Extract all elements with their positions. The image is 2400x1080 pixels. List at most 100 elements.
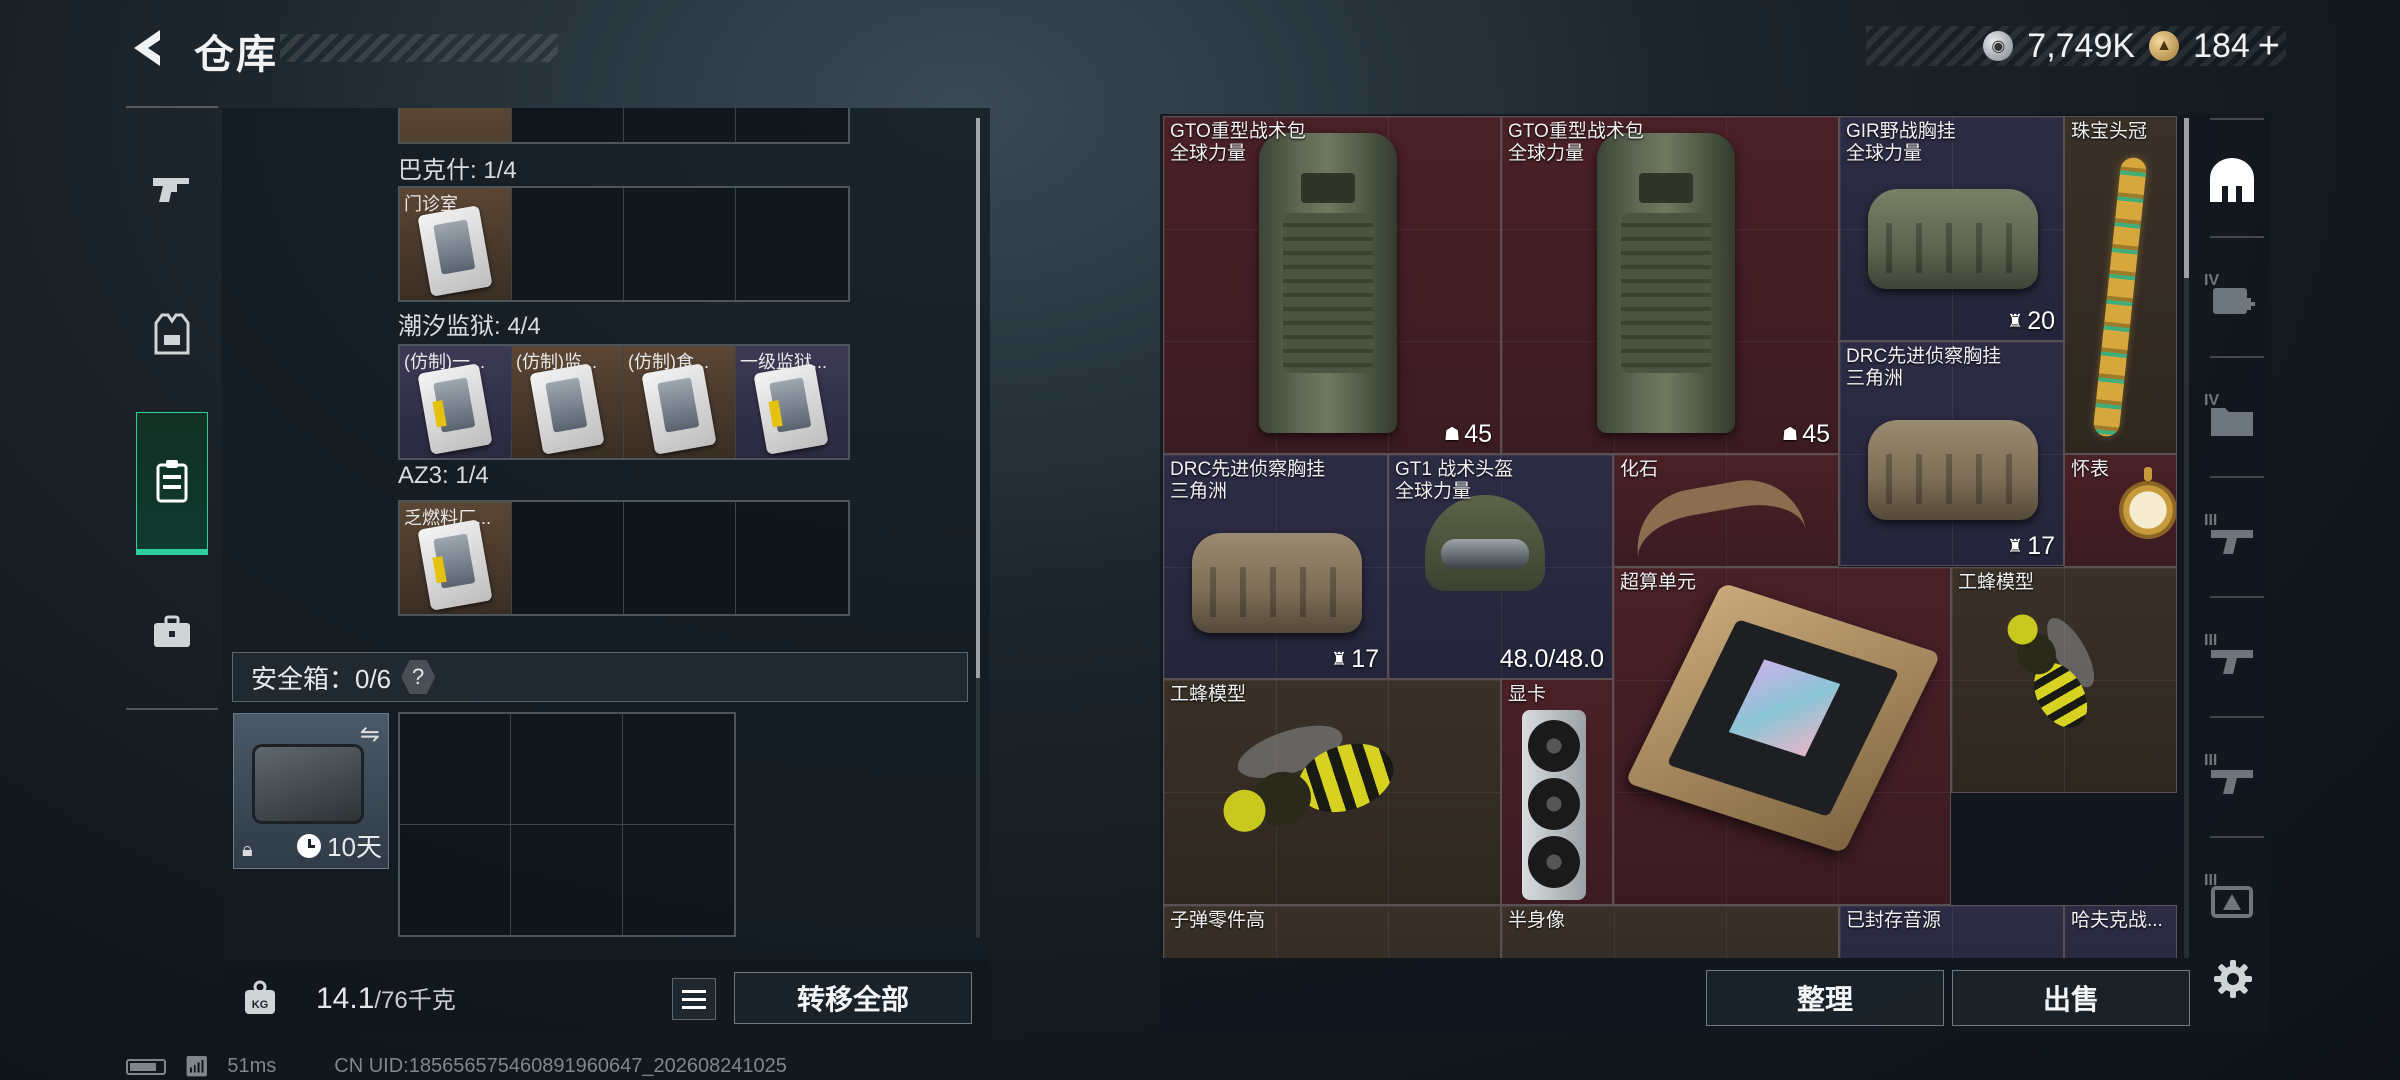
key-card-name: (仿制)监... (516, 352, 597, 372)
key-slot[interactable] (512, 502, 624, 614)
tab-rifle-rack-3[interactable] (2200, 748, 2264, 812)
uid-text: CN UID:1856565754608919606​47_2026082410… (334, 1055, 787, 1077)
item-durability: ♜ 17 (1331, 645, 1379, 673)
nav-divider (126, 106, 218, 108)
stash-item[interactable]: 已封存音源 (1839, 905, 2064, 958)
wifi-icon: 📶︎ (184, 1056, 210, 1078)
safebox-slot[interactable] (511, 714, 623, 825)
safebox-case-slot[interactable]: ⇋ 🔒︎ 10天 (233, 713, 389, 869)
safebox-label: 安全箱：0/6 (251, 663, 392, 694)
item-durability: ♜ 20 (2007, 307, 2055, 335)
stash-item[interactable]: 怀表 (2064, 454, 2177, 567)
key-slot[interactable] (624, 188, 736, 300)
safebox-slot[interactable] (511, 824, 623, 935)
key-slot[interactable] (624, 502, 736, 614)
tab-rifle-rack-1[interactable] (2200, 508, 2264, 572)
sell-button[interactable]: 出售 (1952, 970, 2190, 1026)
item-name: 化石 (1620, 459, 1659, 480)
item-durability: ☗ 45 (1444, 420, 1492, 448)
stash-item[interactable]: GTO重型战术包 全球力量 ☗ 45 (1501, 116, 1839, 454)
stash-item[interactable]: DRC先进侦察胸挂 三角洲 ♜ 17 (1163, 454, 1388, 679)
expand-case-icon (2213, 288, 2255, 314)
key-section-label: 潮汐监狱: 4/4 (398, 313, 541, 340)
case-days-text: 10天 (327, 832, 382, 862)
key-card-slot[interactable]: (仿制)食... (624, 346, 736, 458)
key-section-label: 巴克什: 1/4 (398, 157, 517, 184)
silver-currency-value: 7,749K (2027, 26, 2136, 65)
key-slot[interactable] (512, 188, 624, 300)
stash-item[interactable]: 珠宝头冠 (2064, 116, 2177, 454)
stash-scroll-thumb[interactable] (2184, 118, 2189, 278)
safebox-slot[interactable] (400, 824, 512, 935)
item-name: 工蜂模型 (1170, 684, 1247, 705)
list-view-button[interactable] (672, 978, 716, 1020)
stash-item[interactable]: GIR野战胸挂 全球力量 ♜ 20 (1839, 116, 2064, 341)
stash-item[interactable]: 显卡 (1501, 679, 1613, 905)
safebox-slot[interactable] (400, 714, 512, 825)
tab-triangle-case[interactable] (2200, 868, 2264, 932)
tab-divider (2210, 836, 2264, 838)
gear-icon (2214, 960, 2252, 998)
nav-weapons[interactable] (136, 152, 208, 224)
tab-stash-home[interactable] (2200, 148, 2264, 212)
clock-icon (297, 833, 322, 858)
tab-divider (2210, 118, 2264, 120)
stash-item[interactable]: GTO重型战术包 全球力量 ☗ 45 (1163, 116, 1501, 454)
status-line: 📶︎ 51ms CN UID:1856565754608919606​47_20… (126, 1054, 787, 1079)
key-slot[interactable] (736, 188, 848, 300)
key-slot[interactable] (512, 108, 624, 142)
settings-button[interactable] (2206, 952, 2260, 1006)
key-card-slot[interactable]: 一级监狱... (736, 346, 848, 458)
key-card-slot[interactable]: 乏燃料厂... (400, 502, 512, 614)
swap-icon[interactable]: ⇋ (360, 720, 380, 749)
key-card-name: 乏燃料厂... (404, 508, 492, 528)
stash-item[interactable]: GT1 战术头盔 全球力量 48.0/48.0 (1388, 454, 1613, 679)
gold-currency-value: 184 (2193, 26, 2250, 65)
stash-item[interactable]: 子弹零件高 (1163, 905, 1501, 958)
card-holder-icon (156, 460, 188, 503)
tab-divider (2210, 716, 2264, 718)
item-name: 哈夫克战... (2071, 910, 2163, 931)
gold-coin-icon: ▲ (2149, 31, 2180, 61)
nav-equipment[interactable] (136, 298, 208, 370)
sort-button[interactable]: 整理 (1706, 970, 1944, 1026)
item-name: DRC先进侦察胸挂 三角洲 (1170, 459, 1326, 502)
key-card-slot[interactable]: (仿制)监... (512, 346, 624, 458)
armor-icon: ♜ (2007, 536, 2024, 556)
key-card-slot[interactable]: 门诊室 (400, 188, 512, 300)
stash-item[interactable]: 超算单元 (1613, 567, 1951, 905)
rifle-rack-icon (2211, 650, 2253, 674)
tab-rifle-rack-2[interactable] (2200, 628, 2264, 692)
stash-item[interactable]: 半身像 (1501, 905, 1839, 958)
stash-home-icon (2210, 158, 2254, 202)
help-icon[interactable]: ? (401, 660, 436, 694)
key-card-name: (仿制)一... (404, 352, 485, 372)
transfer-all-button[interactable]: 转移全部 (734, 972, 972, 1024)
key-slot[interactable] (736, 502, 848, 614)
battery-icon (126, 1058, 166, 1075)
key-card-slot[interactable]: (仿制)一... (400, 346, 512, 458)
stash-item[interactable]: 工蜂模型 (1951, 567, 2177, 793)
key-slot[interactable] (736, 108, 848, 142)
back-button[interactable] (122, 22, 174, 74)
key-panel-scroll-thumb[interactable] (976, 118, 980, 678)
safebox-slot[interactable] (622, 714, 734, 825)
item-name: 工蜂模型 (1958, 572, 2035, 593)
stash-item[interactable]: 化石 (1613, 454, 1839, 567)
stash-item[interactable]: DRC先进侦察胸挂 三角洲 ♜ 17 (1839, 341, 2064, 566)
graphics-card-icon (1522, 710, 1586, 900)
nav-cards[interactable] (136, 412, 208, 555)
stash-item[interactable]: 哈夫克战... (2064, 905, 2177, 958)
tab-folder[interactable] (2200, 388, 2264, 452)
stash-item[interactable]: 工蜂模型 (1163, 679, 1501, 905)
briefcase-icon (154, 615, 190, 647)
key-slot[interactable] (400, 108, 512, 142)
safebox-slot[interactable] (623, 825, 734, 936)
back-arrow-icon (134, 30, 160, 66)
add-currency-button[interactable]: + (2258, 25, 2280, 68)
title-stripe (280, 34, 558, 62)
key-slot[interactable] (624, 108, 736, 142)
durability-icon: ☗ (1782, 424, 1799, 444)
nav-items[interactable] (136, 596, 208, 668)
tab-case-expand[interactable] (2200, 268, 2264, 332)
